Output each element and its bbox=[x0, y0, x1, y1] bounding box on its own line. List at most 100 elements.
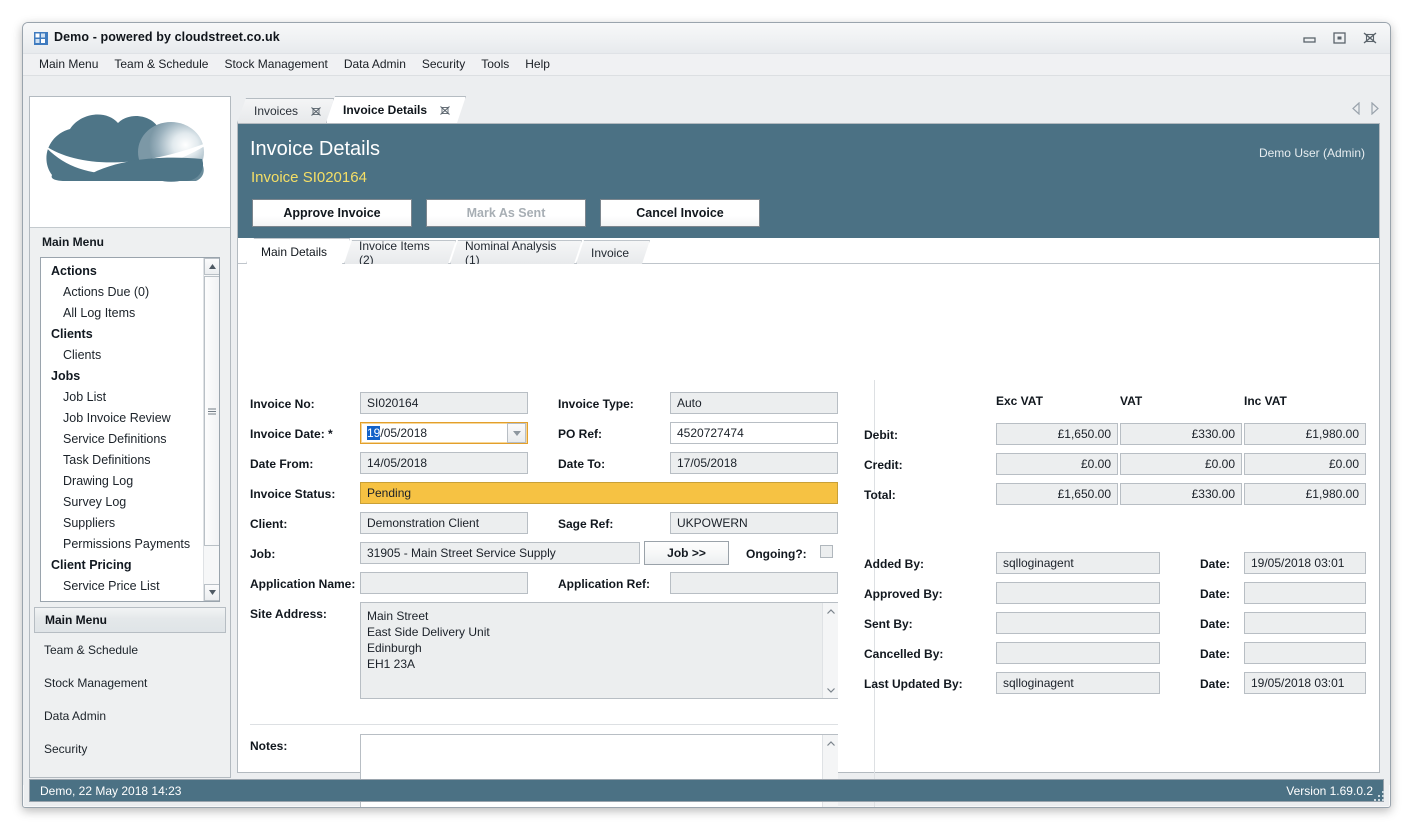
sidebar-item-drawing-log[interactable]: Drawing Log bbox=[41, 471, 204, 492]
tab-invoice-items[interactable]: Invoice Items (2) bbox=[344, 240, 456, 264]
document-tab-invoices[interactable]: Invoices bbox=[237, 98, 334, 123]
ongoing-checkbox[interactable] bbox=[820, 545, 833, 558]
sidebar-item-survey-log[interactable]: Survey Log bbox=[41, 492, 204, 513]
sidebar-scrollbar[interactable] bbox=[203, 258, 219, 601]
totals-row-debit-label: Debit: bbox=[864, 428, 898, 442]
date-to-field[interactable]: 17/05/2018 bbox=[670, 452, 838, 474]
totals-header-vat: VAT bbox=[1120, 394, 1142, 408]
restore-icon[interactable] bbox=[1325, 27, 1354, 48]
application-name-label: Application Name: bbox=[250, 577, 355, 591]
menu-item-data-admin[interactable]: Data Admin bbox=[336, 54, 414, 75]
nav-panel-data-admin[interactable]: Data Admin bbox=[30, 699, 230, 732]
invoice-type-field[interactable]: Auto bbox=[670, 392, 838, 414]
scroll-down-arrow-icon[interactable] bbox=[823, 682, 839, 698]
menu-item-tools[interactable]: Tools bbox=[473, 54, 517, 75]
invoice-date-remainder: /05/2018 bbox=[380, 426, 427, 440]
nav-panel-stock-management[interactable]: Stock Management bbox=[30, 666, 230, 699]
scroll-down-arrow-icon[interactable] bbox=[204, 584, 220, 601]
sidebar-scroll-thumb[interactable] bbox=[204, 276, 220, 546]
resize-grip-icon[interactable] bbox=[1373, 790, 1386, 803]
sidebar-item-clients[interactable]: Clients bbox=[41, 345, 204, 366]
scroll-up-arrow-icon[interactable] bbox=[823, 603, 839, 619]
credit-exc-vat-field: £0.00 bbox=[996, 453, 1118, 475]
application-name-field[interactable] bbox=[360, 572, 528, 594]
date-from-label: Date From: bbox=[250, 457, 313, 471]
nav-panel-team-schedule[interactable]: Team & Schedule bbox=[30, 633, 230, 666]
invoice-date-field[interactable]: 19/05/2018 bbox=[360, 422, 528, 444]
sidebar-item-job-list[interactable]: Job List bbox=[41, 387, 204, 408]
sidebar-item-suppliers[interactable]: Suppliers bbox=[41, 513, 204, 534]
scroll-up-arrow-icon[interactable] bbox=[823, 735, 839, 751]
po-ref-field[interactable]: 4520727474 bbox=[670, 422, 838, 444]
sage-ref-field[interactable]: UKPOWERN bbox=[670, 512, 838, 534]
sidebar-nav-panels: Main Menu Team & Schedule Stock Manageme… bbox=[30, 607, 230, 765]
sidebar-item-permissions-payments[interactable]: Permissions Payments bbox=[41, 534, 204, 555]
sidebar-item-job-invoice-review[interactable]: Job Invoice Review bbox=[41, 408, 204, 429]
sidebar-item-all-log-items[interactable]: All Log Items bbox=[41, 303, 204, 324]
tab-main-details[interactable]: Main Details bbox=[246, 238, 350, 264]
nav-panel-security[interactable]: Security bbox=[30, 732, 230, 765]
cancel-invoice-button[interactable]: Cancel Invoice bbox=[600, 199, 760, 227]
window-controls bbox=[1295, 27, 1384, 48]
ongoing-label: Ongoing?: bbox=[746, 547, 807, 561]
menu-item-team-schedule[interactable]: Team & Schedule bbox=[106, 54, 216, 75]
sidebar-group-clients: Clients bbox=[41, 324, 204, 345]
sidebar-item-actions-due[interactable]: Actions Due (0) bbox=[41, 282, 204, 303]
cancelled-by-field bbox=[996, 642, 1160, 664]
sidebar-item-task-definitions[interactable]: Task Definitions bbox=[41, 450, 204, 471]
document-tab-invoice-details[interactable]: Invoice Details bbox=[326, 96, 466, 123]
body-area: Main Menu Actions Actions Due (0) All Lo… bbox=[23, 76, 1390, 785]
menu-item-main-menu[interactable]: Main Menu bbox=[31, 54, 106, 75]
tab-next-arrow-icon[interactable] bbox=[1369, 102, 1380, 120]
tab-prev-arrow-icon[interactable] bbox=[1351, 102, 1362, 120]
invoice-date-dropdown-icon[interactable] bbox=[507, 423, 526, 443]
site-address-scrollbar[interactable] bbox=[822, 603, 838, 698]
job-field[interactable]: 31905 - Main Street Service Supply bbox=[360, 542, 640, 564]
tab-invoice[interactable]: Invoice bbox=[576, 240, 650, 264]
sidebar-menu-items: Actions Actions Due (0) All Log Items Cl… bbox=[41, 258, 204, 602]
invoice-no-field[interactable]: SI020164 bbox=[360, 392, 528, 414]
invoice-type-label: Invoice Type: bbox=[558, 397, 634, 411]
sidebar-item-task-price-list[interactable]: Task Price List bbox=[41, 597, 204, 602]
tab-close-icon[interactable] bbox=[439, 105, 450, 116]
tab-close-icon[interactable] bbox=[310, 106, 321, 117]
job-navigate-button[interactable]: Job >> bbox=[644, 541, 729, 565]
logo-panel bbox=[30, 97, 230, 228]
minimize-icon[interactable] bbox=[1295, 27, 1324, 48]
approve-invoice-button[interactable]: Approve Invoice bbox=[252, 199, 412, 227]
scroll-up-arrow-icon[interactable] bbox=[204, 258, 220, 275]
tabstrip-navigation bbox=[1351, 102, 1380, 120]
site-address-textarea[interactable]: Main Street East Side Delivery Unit Edin… bbox=[360, 602, 838, 699]
nav-panel-main-menu[interactable]: Main Menu bbox=[34, 607, 226, 633]
status-bar: Demo, 22 May 2018 14:23 Version 1.69.0.2 bbox=[29, 779, 1384, 802]
client-label: Client: bbox=[250, 517, 287, 531]
current-user-label: Demo User (Admin) bbox=[1259, 146, 1365, 160]
approved-by-date-field bbox=[1244, 582, 1366, 604]
sent-by-label: Sent By: bbox=[864, 617, 913, 631]
cancelled-by-date-field bbox=[1244, 642, 1366, 664]
sent-by-date-field bbox=[1244, 612, 1366, 634]
site-address-label: Site Address: bbox=[250, 607, 327, 621]
client-field[interactable]: Demonstration Client bbox=[360, 512, 528, 534]
mark-as-sent-button[interactable]: Mark As Sent bbox=[426, 199, 586, 227]
added-by-date-label: Date: bbox=[1200, 557, 1230, 571]
document-tabstrip: Invoices Invoice Details bbox=[237, 96, 1386, 123]
page-subtitle: Invoice SI020164 bbox=[251, 169, 367, 186]
date-to-label: Date To: bbox=[558, 457, 605, 471]
menu-item-stock-management[interactable]: Stock Management bbox=[216, 54, 335, 75]
page-actions: Approve Invoice Mark As Sent Cancel Invo… bbox=[252, 199, 760, 227]
tab-nominal-analysis[interactable]: Nominal Analysis (1) bbox=[450, 240, 582, 264]
menu-item-security[interactable]: Security bbox=[414, 54, 473, 75]
application-ref-field[interactable] bbox=[670, 572, 838, 594]
added-by-date-field: 19/05/2018 03:01 bbox=[1244, 552, 1366, 574]
cancelled-by-label: Cancelled By: bbox=[864, 647, 943, 661]
invoice-status-label: Invoice Status: bbox=[250, 487, 335, 501]
menu-item-help[interactable]: Help bbox=[517, 54, 558, 75]
close-icon[interactable] bbox=[1355, 27, 1384, 48]
menu-bar: Main Menu Team & Schedule Stock Manageme… bbox=[23, 54, 1390, 76]
approved-by-date-label: Date: bbox=[1200, 587, 1230, 601]
status-bar-right-text: Version 1.69.0.2 bbox=[1286, 784, 1373, 798]
date-from-field[interactable]: 14/05/2018 bbox=[360, 452, 528, 474]
sidebar-item-service-definitions[interactable]: Service Definitions bbox=[41, 429, 204, 450]
sidebar-item-service-price-list[interactable]: Service Price List bbox=[41, 576, 204, 597]
